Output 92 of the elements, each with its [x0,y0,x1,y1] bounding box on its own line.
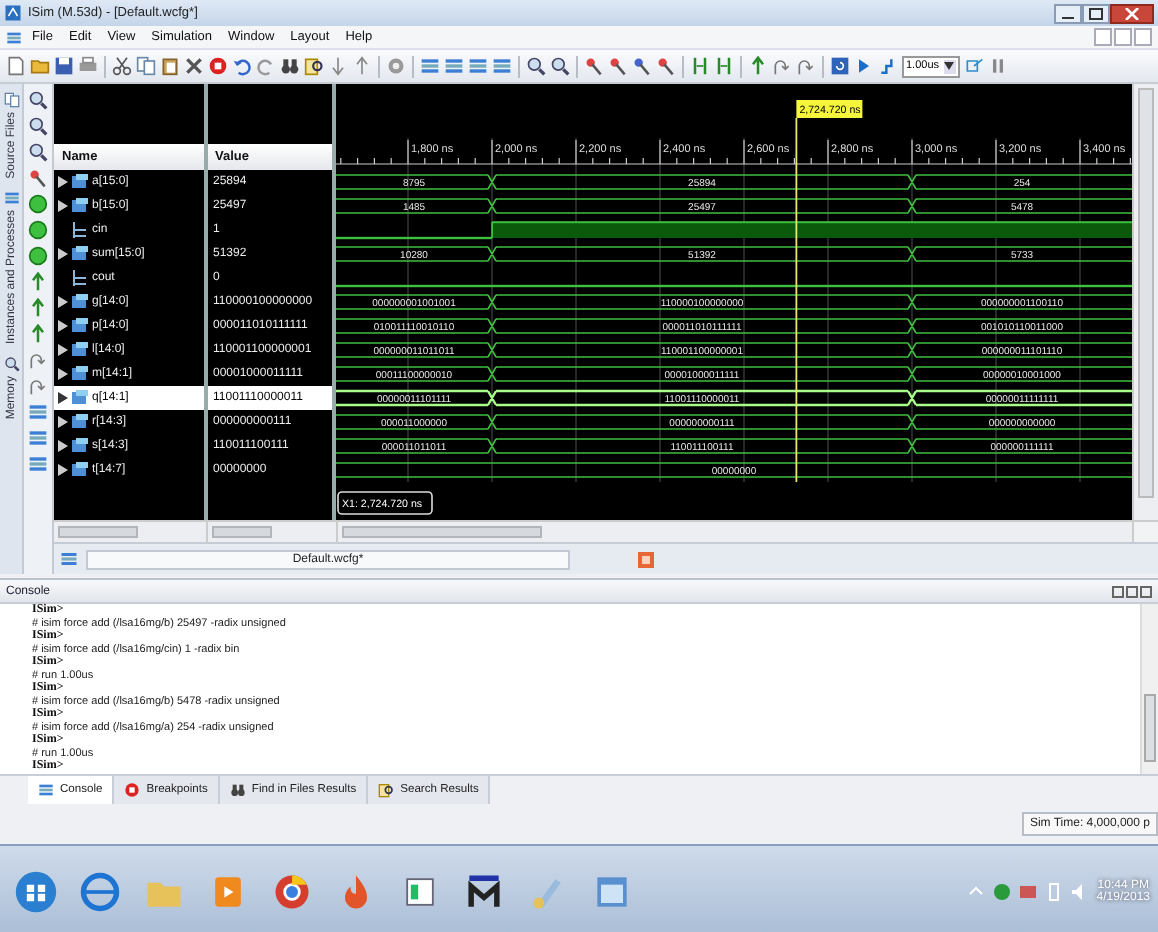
find-icon [378,782,395,798]
status-circle-icon[interactable] [28,246,49,266]
network-icon[interactable] [1018,882,1039,902]
undo-icon[interactable] [232,56,252,76]
marker-icon[interactable] [690,56,710,76]
bus-icon [72,198,88,214]
dropdown-arrow-icon [943,59,956,73]
zoom-icon[interactable] [28,142,49,162]
scrollbar[interactable] [342,526,542,538]
relaunch-icon[interactable] [963,56,984,76]
list-icon [6,29,22,45]
list-icon[interactable] [28,428,49,448]
browser-icon[interactable] [77,870,121,914]
expand-arrow-icon[interactable] [58,248,68,260]
status-circle-icon[interactable] [28,194,49,214]
scrollbar[interactable] [58,526,138,538]
close-button[interactable] [1140,585,1152,597]
scissors-icon[interactable] [112,56,132,76]
zoom-icon [3,356,20,373]
find-icon[interactable] [304,56,324,76]
bus-icon [72,438,88,454]
status-circle-icon[interactable] [28,220,49,240]
pin-icon[interactable] [28,168,49,188]
marker-icon[interactable] [714,56,734,76]
wire-icon [72,270,88,286]
list-icon [38,782,54,798]
bus-icon [72,246,88,262]
curved-arrow-icon[interactable] [28,376,49,396]
close-button[interactable] [1110,3,1154,23]
save-icon[interactable] [54,56,74,76]
maximize-button[interactable] [1112,585,1124,597]
zoom-icon[interactable] [526,56,546,76]
waveform-file-icon[interactable] [638,551,654,567]
restart-icon[interactable] [830,56,850,76]
pause-icon[interactable] [987,56,1008,76]
copy-icon [3,92,20,108]
zoom-icon[interactable] [28,90,49,110]
up-arrow-icon[interactable] [28,324,49,344]
up-arrow-icon[interactable] [748,56,768,76]
list-icon[interactable] [60,550,78,568]
list-icon[interactable] [492,56,512,76]
curved-arrow-icon[interactable] [772,56,792,76]
maximize-icon [1088,7,1104,19]
wire-icon [72,222,88,238]
step-icon[interactable] [878,56,898,76]
stop-icon[interactable] [208,56,228,76]
list-icon[interactable] [28,402,49,422]
binoculars-icon [229,782,246,798]
clipboard-icon[interactable] [160,56,180,76]
cross-icon[interactable] [184,56,204,76]
app-icon [4,4,22,22]
minimize-button[interactable] [1054,3,1082,23]
new-file-icon[interactable] [6,56,26,76]
bus-icon [72,318,88,334]
list-icon [3,190,20,207]
pin-icon[interactable] [632,56,652,76]
printer-icon[interactable] [78,56,98,76]
restore-button[interactable] [1114,28,1132,46]
bus-icon [72,390,88,406]
scrollbar[interactable] [212,526,272,538]
folder-icon[interactable] [30,56,50,76]
scrollbar[interactable] [1138,88,1155,498]
up-arrow-icon[interactable] [28,298,49,318]
up-arrow-icon[interactable] [352,56,372,76]
start-button[interactable] [13,870,57,914]
pin-icon[interactable] [608,56,628,76]
play-icon[interactable] [854,56,874,76]
bus-icon [72,366,88,382]
list-icon[interactable] [28,454,49,474]
shield-icon[interactable] [992,882,1013,902]
up-arrow-icon[interactable] [28,272,49,292]
pin-icon[interactable] [656,56,676,76]
bus-icon [72,342,88,358]
restore-button[interactable] [1126,585,1138,597]
curved-arrow-icon[interactable] [28,350,49,370]
curved-arrow-icon[interactable] [796,56,816,76]
binoculars-icon[interactable] [280,56,300,76]
zoom-icon[interactable] [550,56,570,76]
bus-icon [72,294,88,310]
list-icon[interactable] [444,56,464,76]
bus-icon [72,462,88,478]
scrollbar[interactable] [1144,694,1156,762]
copy-icon[interactable] [136,56,156,76]
close-icon [1124,7,1140,19]
list-icon[interactable] [468,56,488,76]
bus-icon [72,174,88,190]
stop-icon [124,782,141,798]
zoom-icon[interactable] [28,116,49,136]
bus-icon [72,414,88,430]
maximize-button[interactable] [1082,3,1110,23]
pin-icon[interactable] [584,56,604,76]
list-icon[interactable] [420,56,440,76]
